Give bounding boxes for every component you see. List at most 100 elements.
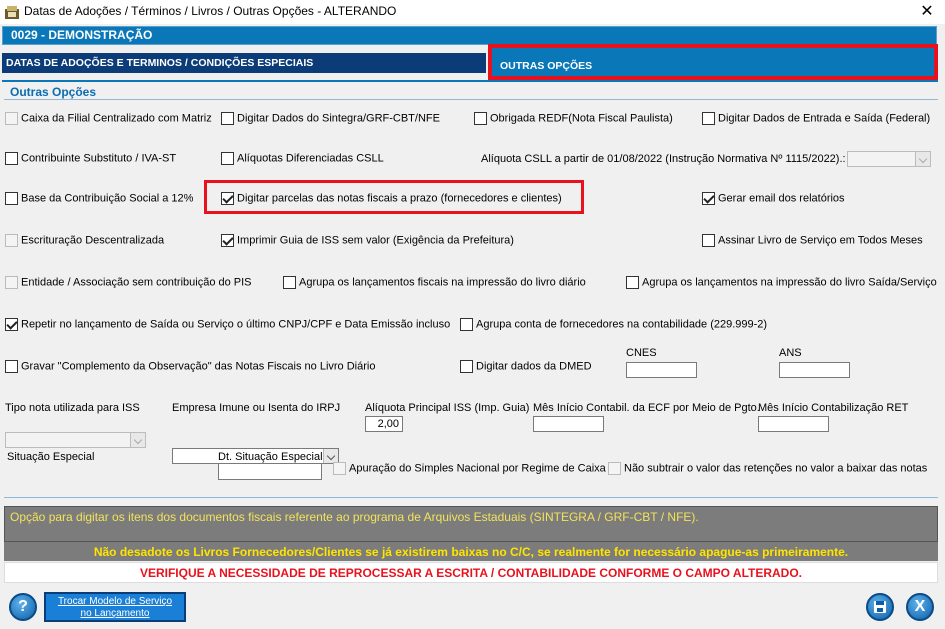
dt-situacao-label: Dt. Situação Especial [218, 451, 323, 463]
option-agrupa-lancamentos-saida[interactable]: Agrupa os lançamentos na impressão do li… [626, 276, 937, 289]
option-label: Base da Contribuição Social a 12% [21, 192, 194, 205]
option-label: Escrituração Descentralizada [21, 234, 165, 247]
option-entidade-associacao[interactable]: Entidade / Associação sem contribuição d… [5, 276, 252, 289]
option-contribuinte-substituto[interactable]: Contribuinte Substituto / IVA-ST [5, 152, 176, 165]
situacao-especial-label: Situação Especial [7, 451, 95, 463]
help-button[interactable]: ? [9, 593, 37, 621]
save-button[interactable] [866, 593, 894, 621]
option-agrupa-lancamentos-diario[interactable]: Agrupa os lançamentos fiscais na impress… [283, 276, 586, 289]
checkbox[interactable] [5, 192, 18, 205]
checkbox[interactable] [333, 462, 346, 475]
ans-label: ANS [779, 347, 802, 359]
cnes-label: CNES [626, 347, 657, 359]
company-code-bar: 0029 - DEMONSTRAÇÃO [2, 26, 937, 45]
checkbox[interactable] [221, 112, 234, 125]
option-label: Digitar Dados do Sintegra/GRF-CBT/NFE [237, 112, 440, 125]
option-digitar-parcelas[interactable]: Digitar parcelas das notas fiscais a pra… [221, 192, 562, 205]
checkbox[interactable] [702, 192, 715, 205]
ans-input[interactable] [779, 362, 850, 378]
option-label: Apuração do Simples Nacional por Regime … [349, 462, 606, 475]
mes-inicio-ecf-label: Mês Início Contabil. da ECF por Meio de … [533, 402, 760, 414]
warning-yellow-message: Não desadote os Livros Fornecedores/Clie… [93, 545, 849, 559]
option-label: Entidade / Associação sem contribuição d… [21, 276, 252, 289]
checkbox[interactable] [460, 360, 473, 373]
chevron-down-icon[interactable] [323, 449, 338, 463]
option-label: Não subtrair o valor das retenções no va… [624, 462, 928, 475]
option-aliquotas-csll[interactable]: Alíquotas Diferenciadas CSLL [221, 152, 384, 165]
option-imprimir-guia-iss[interactable]: Imprimir Guia de ISS sem valor (Exigênci… [221, 234, 514, 247]
option-digitar-sintegra[interactable]: Digitar Dados do Sintegra/GRF-CBT/NFE [221, 112, 440, 125]
option-repetir-lancamento[interactable]: Repetir no lançamento de Saída ou Serviç… [5, 318, 450, 331]
option-base-contribuicao[interactable]: Base da Contribuição Social a 12% [5, 192, 193, 205]
option-label: Assinar Livro de Serviço em Todos Meses [718, 234, 923, 247]
close-icon[interactable]: ✕ [916, 1, 938, 23]
mes-inicio-ecf-input[interactable] [533, 416, 604, 432]
trocar-label-line2: no Lançamento [80, 608, 150, 619]
close-icon: X [914, 598, 926, 615]
chevron-down-icon[interactable] [915, 152, 930, 166]
tipo-nota-select[interactable] [5, 432, 146, 448]
option-label: Gerar email dos relatórios [718, 192, 845, 205]
section-title: Outras Opções [10, 85, 97, 99]
checkbox[interactable] [221, 192, 234, 205]
save-icon [874, 601, 886, 613]
tab-datas-adocoes[interactable]: DATAS DE ADOÇÕES E TERMINOS / CONDIÇÕES … [2, 53, 486, 73]
help-icon: ? [18, 598, 28, 615]
checkbox[interactable] [5, 234, 18, 247]
checkbox[interactable] [5, 318, 18, 331]
checkbox[interactable] [221, 234, 234, 247]
window-title: Datas de Adoções / Términos / Livros / O… [24, 4, 397, 18]
mes-inicio-ret-input[interactable] [758, 416, 829, 432]
option-label: Repetir no lançamento de Saída ou Serviç… [21, 318, 451, 331]
option-agrupa-conta-fornecedores[interactable]: Agrupa conta de fornecedores na contabil… [460, 318, 767, 331]
cnes-input[interactable] [626, 362, 697, 378]
checkbox[interactable] [221, 152, 234, 165]
option-label: Caixa da Filial Centralizado com Matriz [21, 112, 212, 125]
option-digitar-entrada-saida[interactable]: Digitar Dados de Entrada e Saída (Federa… [702, 112, 930, 125]
tipo-nota-label: Tipo nota utilizada para ISS [5, 402, 140, 414]
option-label: Digitar dados da DMED [476, 360, 592, 373]
warning-red-message: VERIFIQUE A NECESSIDADE DE REPROCESSAR A… [139, 566, 803, 580]
checkbox[interactable] [702, 112, 715, 125]
option-label: Imprimir Guia de ISS sem valor (Exigênci… [237, 234, 514, 247]
option-apuracao-simples[interactable]: Apuração do Simples Nacional por Regime … [333, 462, 606, 475]
option-gravar-complemento[interactable]: Gravar "Complemento da Observação" das N… [5, 360, 375, 373]
checkbox[interactable] [283, 276, 296, 289]
option-nao-subtrair[interactable]: Não subtrair o valor das retenções no va… [608, 462, 927, 475]
mes-inicio-ret-label: Mês Início Contabilização RET [758, 402, 909, 414]
option-label: Digitar parcelas das notas fiscais a pra… [237, 192, 562, 205]
checkbox[interactable] [702, 234, 715, 247]
option-obrigada-redf[interactable]: Obrigada REDF(Nota Fiscal Paulista) [474, 112, 673, 125]
option-gerar-email[interactable]: Gerar email dos relatórios [702, 192, 845, 205]
option-label: Contribuinte Substituto / IVA-ST [21, 152, 177, 165]
tab-outras-opcoes[interactable]: OUTRAS OPÇÕES [488, 44, 938, 80]
option-label: Agrupa os lançamentos na impressão do li… [642, 276, 937, 289]
option-caixa-filial[interactable]: Caixa da Filial Centralizado com Matriz [5, 112, 212, 125]
checkbox[interactable] [626, 276, 639, 289]
exit-button[interactable]: X [906, 593, 934, 621]
tab-divider [2, 80, 938, 82]
option-label: Obrigada REDF(Nota Fiscal Paulista) [490, 112, 673, 125]
aliquota-iss-input[interactable]: 2,00 [365, 416, 403, 432]
dt-situacao-input[interactable] [218, 463, 322, 480]
checkbox[interactable] [5, 360, 18, 373]
checkbox[interactable] [5, 152, 18, 165]
option-digitar-dmed[interactable]: Digitar dados da DMED [460, 360, 592, 373]
aliquota-csll-select[interactable] [847, 151, 931, 167]
section-divider [4, 99, 938, 100]
checkbox[interactable] [474, 112, 487, 125]
option-escrituracao-descentralizada[interactable]: Escrituração Descentralizada [5, 234, 164, 247]
checkbox[interactable] [460, 318, 473, 331]
aliquota-iss-label: Alíquota Principal ISS (Imp. Guia) [365, 402, 530, 414]
checkbox[interactable] [608, 462, 621, 475]
option-assinar-livro[interactable]: Assinar Livro de Serviço em Todos Meses [702, 234, 923, 247]
option-label: Agrupa conta de fornecedores na contabil… [476, 318, 768, 331]
app-icon [5, 6, 19, 19]
checkbox[interactable] [5, 276, 18, 289]
checkbox[interactable] [5, 112, 18, 125]
trocar-modelo-button[interactable]: Trocar Modelo de Serviço no Lançamento [44, 592, 186, 622]
window-titlebar: Datas de Adoções / Términos / Livros / O… [0, 0, 945, 24]
chevron-down-icon[interactable] [130, 433, 145, 447]
info-message: Opção para digitar os itens dos document… [10, 510, 699, 524]
aliquota-csll-label: Alíquota CSLL a partir de 01/08/2022 (In… [481, 153, 846, 165]
